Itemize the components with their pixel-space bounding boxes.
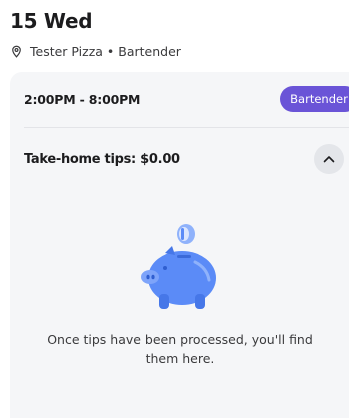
chevron-up-icon bbox=[323, 156, 335, 163]
shift-card: 2:00PM - 8:00PM Bartender Take-home tips… bbox=[10, 72, 349, 418]
tips-row[interactable]: Take-home tips: $0.00 bbox=[24, 144, 344, 174]
location-pin-icon bbox=[12, 45, 21, 58]
shift-row: 2:00PM - 8:00PM Bartender bbox=[24, 86, 349, 113]
shift-header: 15 Wed Tester Pizza • Bartender bbox=[10, 8, 181, 59]
divider bbox=[24, 127, 349, 128]
collapse-button[interactable] bbox=[314, 144, 344, 174]
tips-label: Take-home tips: $0.00 bbox=[24, 151, 180, 167]
date-title: 15 Wed bbox=[10, 9, 93, 33]
shift-time: 2:00PM - 8:00PM bbox=[24, 92, 141, 107]
empty-state-message: Once tips have been processed, you'll fi… bbox=[47, 332, 313, 366]
piggy-bank-illustration bbox=[141, 224, 216, 309]
location-row: Tester Pizza • Bartender bbox=[10, 44, 181, 59]
role-badge: Bartender bbox=[280, 86, 349, 112]
location-text: Tester Pizza • Bartender bbox=[30, 44, 181, 59]
